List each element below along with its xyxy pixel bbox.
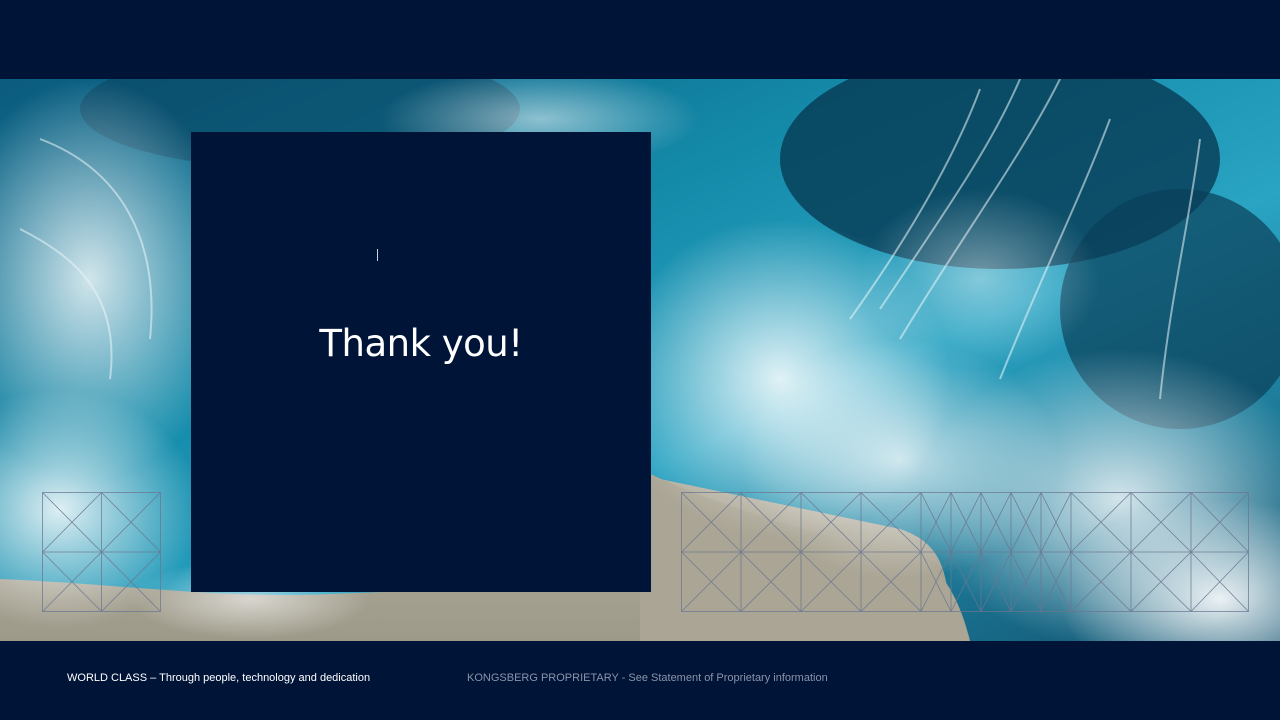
- slide: Thank you! WORLD CLASS – Through people,…: [0, 0, 1280, 720]
- footer: WORLD CLASS – Through people, technology…: [0, 641, 1280, 720]
- grid-pattern-left: [42, 492, 161, 612]
- footer-proprietary-notice: KONGSBERG PROPRIETARY - See Statement of…: [467, 672, 828, 684]
- title-panel: Thank you!: [191, 132, 651, 592]
- top-band: [0, 0, 1280, 79]
- text-cursor-mark: [377, 249, 378, 261]
- grid-pattern-right: [681, 492, 1249, 612]
- slide-title: Thank you!: [319, 322, 523, 365]
- footer-tagline: WORLD CLASS – Through people, technology…: [67, 672, 371, 684]
